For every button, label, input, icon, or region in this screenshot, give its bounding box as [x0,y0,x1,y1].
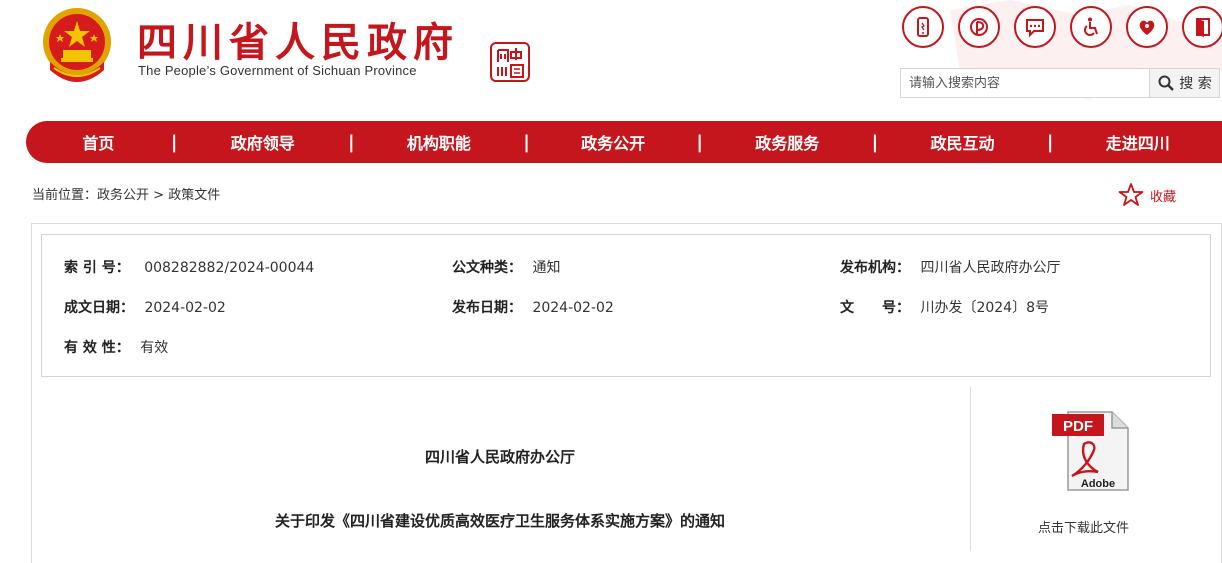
mobile-icon[interactable] [902,6,944,48]
index-number-value: 008282882/2024-00044 [144,260,315,276]
document-type: 公文种类： 通知 [452,257,560,277]
publisher-label: 发布机构： [840,260,910,276]
search-input[interactable] [901,69,1149,97]
document-metadata: 索 引 号： 008282882/2024-00044 公文种类： 通知 发布机… [41,234,1211,377]
pdf-badge-text: PDF [1063,418,1093,435]
breadcrumb: 当前位置：政务公开 > 政策文件 [32,184,220,203]
search-icon [1158,75,1175,91]
breadcrumb-item-policy-docs[interactable]: 政策文件 [168,188,220,203]
nav-separator: | [348,131,355,153]
created-date-value: 2024-02-02 [144,300,226,316]
metadata-row: 有 效 性： 有效 [42,337,1210,357]
elderly-care-icon[interactable] [1126,6,1168,48]
weibo-icon[interactable] [958,6,1000,48]
validity: 有 效 性： 有效 [64,337,168,357]
star-icon [1118,183,1144,206]
index-number: 索 引 号： 008282882/2024-00044 [64,257,314,277]
published-date-value: 2024-02-02 [532,300,614,316]
document-issuer: 四川省人民政府办公厅 [424,448,575,466]
download-link[interactable]: 点击下载此文件 [1038,517,1129,536]
message-icon[interactable] [1014,6,1056,48]
site-subtitle: The People’s Government of Sichuan Provi… [138,63,417,78]
exit-icon[interactable] [1182,6,1222,48]
nav-item-open-affairs[interactable]: 政务公开 [530,130,697,154]
search-button-label: 搜 索 [1179,76,1212,92]
seal-logo [490,42,530,82]
nav-item-about-sichuan[interactable]: 走进四川 [1053,130,1222,154]
search-button[interactable]: 搜 索 [1149,69,1219,97]
accessibility-icon[interactable] [1070,6,1112,48]
nav-separator: | [523,131,530,153]
document-type-value: 通知 [532,260,561,276]
nav-item-home[interactable]: 首页 [26,130,171,154]
validity-label: 有 效 性： [64,340,130,356]
publisher: 发布机构： 四川省人民政府办公厅 [840,257,1060,277]
validity-value: 有效 [140,340,169,356]
site-title: 四川省人民政府 [137,19,459,66]
created-date-label: 成文日期： [64,300,134,316]
metadata-row: 成文日期： 2024-02-02 发布日期： 2024-02-02 文 号： 川… [42,297,1210,317]
nav-separator: | [871,131,879,153]
favorite-label: 收藏 [1150,189,1177,205]
document-number-value: 川办发〔2024〕8号 [920,300,1049,316]
adobe-label: Adobe [1081,478,1115,490]
document-number-label: 文 号： [840,300,910,316]
index-number-label: 索 引 号： [64,260,130,276]
created-date: 成文日期： 2024-02-02 [64,297,226,317]
nav-separator: | [170,131,178,153]
breadcrumb-prefix: 当前位置： [32,188,98,203]
published-date: 发布日期： 2024-02-02 [452,297,614,317]
nav-item-functions[interactable]: 机构职能 [355,130,524,154]
nav-item-leaders[interactable]: 政府领导 [177,130,348,154]
site-header: 四川省人民政府 The People’s Government of Sichu… [0,0,1222,118]
metadata-row: 索 引 号： 008282882/2024-00044 公文种类： 通知 发布机… [42,257,1210,277]
nav-separator: | [1046,131,1054,153]
search-bar: 搜 索 [900,68,1220,98]
document-type-label: 公文种类： [452,260,522,276]
breadcrumb-separator: > [149,188,169,203]
pdf-file-icon[interactable]: PDF Adobe [1050,410,1132,492]
document-number: 文 号： 川办发〔2024〕8号 [840,297,1049,317]
published-date-label: 发布日期： [452,300,522,316]
favorite-button[interactable]: 收藏 [1118,182,1176,208]
document-title: 关于印发《四川省建设优质高效医疗卫生服务体系实施方案》的通知 [274,512,725,530]
nav-item-interaction[interactable]: 政民互动 [878,130,1047,154]
nav-separator: | [696,131,703,153]
publisher-value: 四川省人民政府办公厅 [920,260,1061,276]
national-emblem-icon [43,8,111,82]
breadcrumb-item-open-affairs[interactable]: 政务公开 [97,188,149,203]
quick-access-icons [902,6,1222,48]
nav-item-services[interactable]: 政务服务 [703,130,872,154]
main-nav: 首页 | 政府领导 | 机构职能 | 政务公开 | 政务服务 | 政民互动 | … [26,121,1222,163]
